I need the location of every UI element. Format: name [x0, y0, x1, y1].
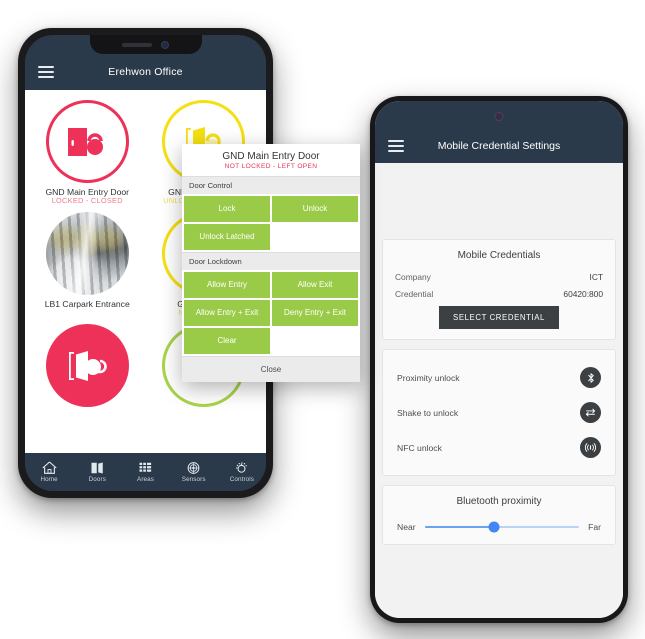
- door-control-dialog: GND Main Entry Door NOT LOCKED - LEFT OP…: [182, 144, 360, 382]
- bluetooth-proximity-card: Bluetooth proximity Near Far: [382, 485, 616, 545]
- dialog-title: GND Main Entry Door: [222, 151, 320, 162]
- speaker-grille-icon: [122, 42, 152, 47]
- unlock-options-card: Proximity unlock Shake to unlock NFC unl…: [382, 349, 616, 476]
- card-title: Mobile Credentials: [457, 250, 541, 261]
- unlock-latched-button[interactable]: Unlock Latched: [184, 224, 270, 250]
- bluetooth-glyph: [587, 372, 594, 383]
- nav-label: Home: [40, 476, 58, 483]
- phone-right: Mobile Credential Settings Mobile Creden…: [370, 96, 628, 623]
- option-label: NFC unlock: [397, 442, 442, 453]
- row-key: Company: [395, 272, 431, 282]
- sensors-radar-icon: [187, 462, 200, 474]
- controls-dial-icon: [236, 462, 248, 473]
- option-label: Proximity unlock: [397, 372, 460, 383]
- app-title-right: Mobile Credential Settings: [437, 140, 561, 152]
- photo-blur-overlay: [45, 212, 129, 296]
- card-title: Bluetooth proximity: [456, 496, 542, 507]
- door-tile[interactable]: LB1 Carpark Entrance: [29, 208, 146, 318]
- nav-label: Areas: [137, 476, 154, 483]
- lock-button[interactable]: Lock: [184, 196, 270, 222]
- unlock-button[interactable]: Unlock: [272, 196, 358, 222]
- app-title-left: Erehwon Office: [108, 66, 183, 78]
- row-value: 60420:800: [563, 289, 603, 299]
- doors-icon: [91, 462, 103, 474]
- home-icon: [41, 461, 57, 474]
- allow-exit-button[interactable]: Allow Exit: [272, 272, 358, 298]
- dialog-subtitle: NOT LOCKED - LEFT OPEN: [224, 163, 318, 170]
- option-row-proximity-unlock[interactable]: Proximity unlock: [395, 360, 603, 395]
- nfc-waves-icon[interactable]: [580, 437, 601, 458]
- section-header-door-lockdown: Door Lockdown: [182, 252, 360, 270]
- door-control-buttons: Lock Unlock Unlock Latched: [182, 194, 360, 252]
- bottom-nav-bar: Home Doors Areas Sensors Controls: [25, 453, 266, 491]
- proximity-slider-row: Near Far: [395, 518, 603, 534]
- nav-item-areas[interactable]: Areas: [121, 461, 169, 483]
- proximity-slider[interactable]: [424, 521, 580, 533]
- door-tile-status: LOCKED - CLOSED: [51, 196, 123, 206]
- shake-arrows-icon[interactable]: [580, 402, 601, 423]
- door-open-locked-icon: [69, 350, 107, 381]
- row-key: Credential: [395, 289, 434, 299]
- front-camera-icon: [494, 112, 504, 121]
- door-status-circle[interactable]: [45, 324, 129, 408]
- option-row-shake-to-unlock[interactable]: Shake to unlock: [395, 395, 603, 430]
- bluetooth-icon[interactable]: [580, 367, 601, 388]
- slider-min-label: Near: [397, 522, 416, 532]
- screenshot-stage: Erehwon Office GND Main Entry Door LOCKE…: [0, 0, 645, 639]
- slider-max-label: Far: [588, 522, 601, 532]
- section-header-door-control: Door Control: [182, 176, 360, 194]
- nav-label: Controls: [229, 476, 255, 483]
- select-credential-button[interactable]: SELECT CREDENTIAL: [439, 306, 559, 329]
- option-label: Shake to unlock: [397, 407, 459, 418]
- app-bar-right: Mobile Credential Settings: [375, 101, 623, 163]
- nav-item-sensors[interactable]: Sensors: [170, 461, 218, 483]
- door-lockdown-buttons: Allow Entry Allow Exit Allow Entry + Exi…: [182, 270, 360, 356]
- front-camera-icon: [161, 40, 169, 49]
- nfc-waves-glyph: [585, 443, 596, 452]
- nav-item-doors[interactable]: Doors: [73, 461, 121, 483]
- phone-notch: [89, 35, 202, 54]
- shake-arrows-glyph: [585, 408, 596, 417]
- allow-entry-exit-button[interactable]: Allow Entry + Exit: [184, 300, 270, 326]
- slider-fill: [424, 526, 495, 528]
- mobile-credential-settings: Mobile Credentials Company ICT Credentia…: [375, 163, 623, 618]
- close-button[interactable]: Close: [182, 356, 360, 382]
- spacer: [375, 163, 623, 239]
- door-closed-locked-icon: [68, 127, 104, 156]
- clear-button[interactable]: Clear: [184, 328, 270, 354]
- option-row-nfc-unlock[interactable]: NFC unlock: [395, 430, 603, 465]
- door-status-circle[interactable]: [45, 100, 129, 183]
- slider-thumb[interactable]: [488, 521, 500, 533]
- door-tile[interactable]: GND Main Entry Door LOCKED - CLOSED: [29, 96, 146, 206]
- credential-row: Company ICT: [395, 272, 603, 282]
- allow-entry-button[interactable]: Allow Entry: [184, 272, 270, 298]
- carpark-photo-icon[interactable]: [45, 212, 129, 296]
- door-tile[interactable]: [29, 320, 146, 411]
- areas-grid-icon: [139, 462, 152, 472]
- mobile-credentials-card: Mobile Credentials Company ICT Credentia…: [382, 239, 616, 340]
- app-bar-left: Erehwon Office: [25, 54, 266, 90]
- empty-cell: [272, 328, 358, 354]
- door-tile-name: LB1 Carpark Entrance: [44, 299, 130, 310]
- phone-right-screen: Mobile Credential Settings Mobile Creden…: [375, 101, 623, 618]
- nav-label: Sensors: [181, 476, 206, 483]
- row-value: ICT: [589, 272, 604, 282]
- empty-cell: [272, 224, 358, 250]
- nav-item-home[interactable]: Home: [25, 461, 73, 483]
- nav-label: Doors: [88, 476, 106, 483]
- nav-item-controls[interactable]: Controls: [218, 461, 266, 483]
- deny-entry-exit-button[interactable]: Deny Entry + Exit: [272, 300, 358, 326]
- credential-row: Credential 60420:800: [395, 289, 603, 299]
